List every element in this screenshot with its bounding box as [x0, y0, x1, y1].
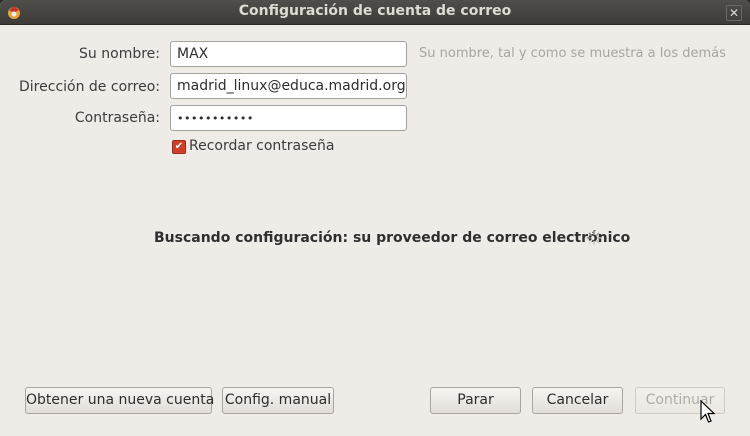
name-label: Su nombre:: [79, 46, 160, 62]
window-title: Configuración de cuenta de correo: [238, 3, 512, 19]
name-input[interactable]: MAX: [170, 41, 407, 67]
email-input[interactable]: madrid_linux@educa.madrid.org: [170, 73, 407, 99]
loading-spinner-icon: [586, 230, 602, 246]
password-label: Contraseña:: [74, 110, 160, 126]
manual-config-button[interactable]: Config. manual: [222, 387, 334, 414]
name-hint: Su nombre, tal y como se muestra a los d…: [419, 46, 726, 61]
remember-password-checkbox[interactable]: ✔: [172, 140, 186, 154]
remember-password-label[interactable]: Recordar contraseña: [189, 138, 334, 154]
title-bar[interactable]: Configuración de cuenta de correo ✕: [0, 0, 750, 25]
check-icon: ✔: [174, 141, 184, 152]
email-label: Dirección de correo:: [19, 79, 160, 95]
new-account-button[interactable]: Obtener una nueva cuenta: [25, 387, 214, 414]
stop-button[interactable]: Parar: [430, 387, 521, 414]
mouse-pointer-icon: [700, 400, 716, 423]
account-setup-dialog: Configuración de cuenta de correo ✕ Su n…: [0, 0, 750, 436]
password-input[interactable]: •••••••••••: [170, 105, 407, 131]
cancel-button[interactable]: Cancelar: [532, 387, 623, 414]
status-message: Buscando configuración: su proveedor de …: [154, 230, 631, 246]
close-icon[interactable]: ✕: [726, 5, 742, 21]
